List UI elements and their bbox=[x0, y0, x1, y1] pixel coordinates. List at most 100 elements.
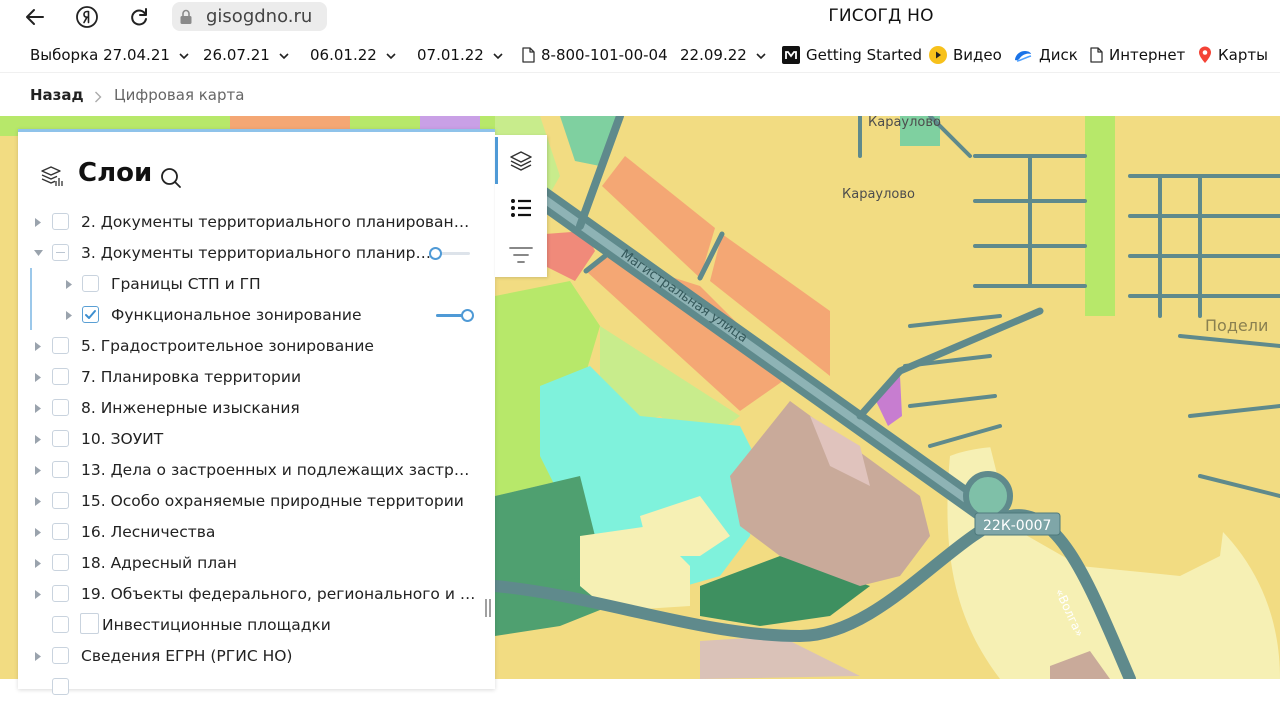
bookmark-folder-5[interactable]: 22.09.22 bbox=[680, 46, 766, 64]
layer-row[interactable]: Инвестиционные площадки bbox=[18, 610, 495, 640]
panel-resize-handle[interactable] bbox=[484, 598, 492, 618]
layer-row[interactable]: 13. Дела о застроенных и подлежащих заст… bbox=[18, 455, 495, 485]
layer-row[interactable]: 5. Градостроительное зонирование bbox=[18, 331, 495, 361]
layer-checkbox-partial[interactable] bbox=[52, 244, 69, 261]
bookmark-label: 07.01.22 bbox=[417, 46, 484, 64]
caret-right-icon[interactable] bbox=[33, 496, 43, 506]
layer-label: 2. Документы территориального планирован… bbox=[81, 213, 476, 231]
caret-right-icon[interactable] bbox=[33, 465, 43, 475]
bookmark-maps[interactable]: Карты bbox=[1198, 46, 1268, 64]
opacity-slider[interactable] bbox=[436, 309, 474, 322]
caret-right-icon[interactable] bbox=[33, 589, 43, 599]
opacity-slider[interactable] bbox=[429, 247, 470, 260]
layer-row[interactable]: 18. Адресный план bbox=[18, 548, 495, 578]
layers-icon bbox=[510, 150, 532, 171]
layer-row[interactable]: 10. ЗОУИТ bbox=[18, 424, 495, 454]
layer-label: 5. Градостроительное зонирование bbox=[81, 337, 374, 355]
layer-checkbox[interactable] bbox=[52, 523, 69, 540]
filter-tab-button[interactable] bbox=[495, 231, 547, 278]
lock-icon bbox=[172, 2, 200, 31]
breadcrumb-back-link[interactable]: Назад bbox=[30, 86, 84, 104]
layer-checkbox[interactable] bbox=[52, 616, 69, 633]
bookmark-video[interactable]: Видео bbox=[929, 46, 1002, 64]
layers-settings-icon[interactable] bbox=[40, 164, 64, 192]
layer-label: 15. Особо охраняемые природные территори… bbox=[81, 492, 464, 510]
bookmark-label: Интернет bbox=[1109, 46, 1186, 64]
bookmark-folder-2[interactable]: 26.07.21 bbox=[203, 46, 289, 64]
yandex-logo-icon[interactable] bbox=[73, 3, 101, 31]
chevron-right-icon bbox=[94, 88, 102, 107]
layer-checkbox[interactable] bbox=[52, 492, 69, 509]
bookmark-label: 26.07.21 bbox=[203, 46, 270, 64]
layer-checkbox[interactable] bbox=[52, 554, 69, 571]
layers-panel-title: Слои bbox=[78, 158, 153, 188]
layer-checkbox[interactable] bbox=[52, 461, 69, 478]
caret-right-icon[interactable] bbox=[33, 372, 43, 382]
layer-checkbox[interactable] bbox=[52, 399, 69, 416]
address-bar[interactable]: gisogdno.ru bbox=[172, 2, 327, 31]
bookmark-folder-4[interactable]: 07.01.22 bbox=[417, 46, 503, 64]
layer-row[interactable]: Сведения ЕГРН (РГИС НО) bbox=[18, 641, 495, 671]
bookmark-folder-1[interactable]: Выборка 27.04.21 bbox=[30, 46, 189, 64]
chevron-down-icon bbox=[386, 46, 396, 64]
layer-row[interactable]: 16. Лесничества bbox=[18, 517, 495, 547]
bookmark-folder-3[interactable]: 06.01.22 bbox=[310, 46, 396, 64]
layer-row[interactable]: 7. Планировка территории bbox=[18, 362, 495, 392]
layer-row[interactable]: Границы СТП и ГП bbox=[18, 269, 495, 299]
play-icon bbox=[929, 46, 947, 64]
layer-row[interactable]: 2. Документы территориального планирован… bbox=[18, 207, 495, 237]
breadcrumb: Назад Цифровая карта bbox=[0, 72, 1280, 116]
layer-label: 8. Инженерные изыскания bbox=[81, 399, 300, 417]
layer-checkbox[interactable] bbox=[52, 213, 69, 230]
layer-row[interactable]: 3. Документы территориального планиров..… bbox=[18, 238, 495, 268]
chevron-down-icon bbox=[179, 46, 189, 64]
slider-knob[interactable] bbox=[429, 247, 442, 260]
layer-checkbox[interactable] bbox=[82, 275, 99, 292]
layer-checkbox[interactable] bbox=[52, 368, 69, 385]
layer-checkbox[interactable] bbox=[52, 337, 69, 354]
layer-checkbox[interactable] bbox=[52, 678, 69, 695]
browser-toolbar: gisogdno.ru ГИСОГД НО bbox=[0, 0, 1280, 34]
search-icon[interactable] bbox=[160, 167, 182, 193]
chevron-down-icon bbox=[279, 46, 289, 64]
layer-checkbox[interactable] bbox=[52, 430, 69, 447]
layer-label: 13. Дела о застроенных и подлежащих заст… bbox=[81, 461, 476, 479]
caret-right-icon[interactable] bbox=[33, 558, 43, 568]
layer-label: 7. Планировка территории bbox=[81, 368, 302, 386]
layer-checkbox-checked[interactable] bbox=[82, 306, 99, 323]
bookmark-getting-started[interactable]: Getting Started bbox=[782, 46, 922, 64]
caret-right-icon[interactable] bbox=[64, 310, 74, 320]
bookmark-disk[interactable]: Диск bbox=[1013, 46, 1078, 64]
layer-row[interactable]: 15. Особо охраняемые природные территори… bbox=[18, 486, 495, 516]
m-logo-icon bbox=[782, 46, 800, 64]
layers-tab-button[interactable] bbox=[495, 137, 547, 184]
legend-tab-button[interactable] bbox=[495, 184, 547, 231]
caret-right-icon[interactable] bbox=[33, 217, 43, 227]
layer-row[interactable]: Функциональное зонирование bbox=[18, 300, 495, 330]
caret-right-icon[interactable] bbox=[64, 279, 74, 289]
layer-row[interactable] bbox=[18, 672, 495, 702]
layer-label: Границы СТП и ГП bbox=[111, 275, 261, 293]
bookmark-label: 8-800-101-00-04 bbox=[541, 46, 668, 64]
caret-right-icon[interactable] bbox=[33, 341, 43, 351]
document-icon bbox=[1090, 47, 1103, 63]
layer-row[interactable]: 8. Инженерные изыскания bbox=[18, 393, 495, 423]
bookmark-label: Видео bbox=[953, 46, 1002, 64]
layer-checkbox[interactable] bbox=[52, 585, 69, 602]
caret-right-icon[interactable] bbox=[33, 403, 43, 413]
reload-icon[interactable] bbox=[125, 3, 153, 31]
checkmark-icon bbox=[85, 310, 96, 319]
bookmark-internet[interactable]: Интернет bbox=[1090, 46, 1185, 64]
breadcrumb-current: Цифровая карта bbox=[114, 86, 245, 104]
layer-row[interactable]: 19. Объекты федерального, регионального … bbox=[18, 579, 495, 609]
bookmark-label: Карты bbox=[1218, 46, 1268, 64]
bookmark-phone[interactable]: 8-800-101-00-04 bbox=[522, 46, 668, 64]
caret-right-icon[interactable] bbox=[33, 651, 43, 661]
caret-right-icon[interactable] bbox=[33, 527, 43, 537]
caret-right-icon[interactable] bbox=[33, 434, 43, 444]
back-arrow-icon[interactable] bbox=[21, 3, 49, 31]
layer-checkbox[interactable] bbox=[52, 647, 69, 664]
map-label-village: Караулово bbox=[842, 187, 915, 202]
slider-knob[interactable] bbox=[461, 309, 474, 322]
caret-down-icon[interactable] bbox=[33, 248, 43, 258]
